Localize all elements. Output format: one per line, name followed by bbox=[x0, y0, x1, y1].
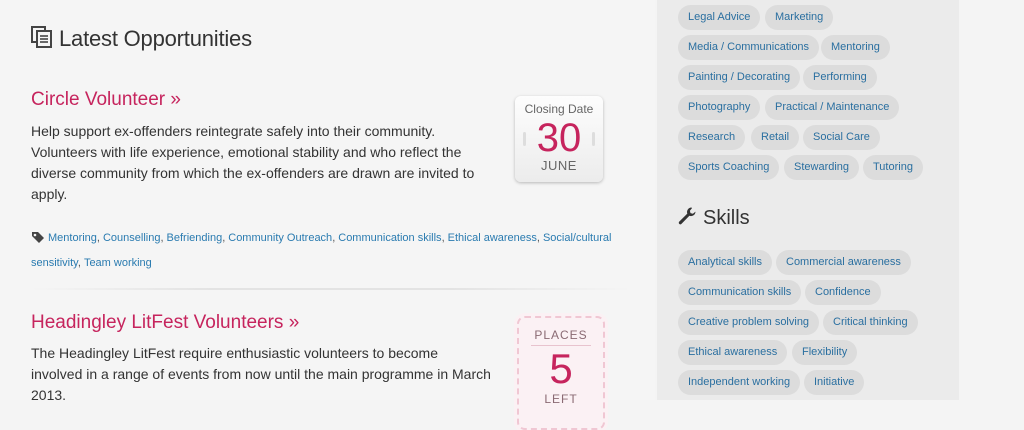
closing-date-month: JUNE bbox=[541, 158, 577, 173]
opportunity-description: The Headingley LitFest require enthusias… bbox=[31, 345, 491, 403]
category-pill[interactable]: Retail bbox=[751, 125, 800, 150]
page-gutter bbox=[959, 0, 1024, 400]
skill-pill[interactable]: Analytical skills bbox=[678, 250, 772, 275]
tag-link[interactable]: Community Outreach bbox=[228, 232, 332, 244]
tag-icon bbox=[31, 230, 45, 252]
places-label: PLACES bbox=[534, 328, 588, 342]
category-pill[interactable]: Legal Advice bbox=[678, 5, 761, 30]
skill-pill[interactable]: Ethical awareness bbox=[678, 340, 788, 365]
skills-title: Skills bbox=[703, 206, 750, 229]
wrench-icon bbox=[677, 206, 697, 231]
documents-icon bbox=[31, 25, 53, 53]
opportunity-tags: Mentoring, Counselling, Befriending, Commun… bbox=[31, 230, 612, 269]
tag-link[interactable]: Communication skills bbox=[338, 232, 441, 244]
skills-heading: Skills bbox=[677, 203, 750, 233]
latest-opportunities-heading: Latest Opportunities bbox=[31, 24, 252, 54]
tag-link[interactable]: Counselling bbox=[103, 232, 160, 244]
closing-date-day: 30 bbox=[536, 116, 582, 160]
opportunity-title-link[interactable]: Headingley LitFest Volunteers » bbox=[31, 312, 299, 334]
skill-pill[interactable]: Communication skills bbox=[678, 280, 802, 305]
places-suffix: LEFT bbox=[544, 392, 578, 406]
places-left-badge: PLACES 5 LEFT bbox=[517, 316, 605, 430]
skill-pill[interactable]: Creative problem solving bbox=[678, 310, 820, 335]
category-pill[interactable]: Research bbox=[678, 125, 746, 150]
main-content: Latest Opportunities Circle Volunteer » … bbox=[0, 0, 655, 430]
category-pill[interactable]: Media / Communications bbox=[678, 35, 820, 60]
opportunity-title-link[interactable]: Circle Volunteer » bbox=[31, 89, 181, 111]
skill-pill[interactable]: Critical thinking bbox=[823, 310, 918, 335]
closing-date-label: Closing Date bbox=[524, 102, 594, 116]
category-pill[interactable]: Tutoring bbox=[863, 155, 923, 180]
tag-link[interactable]: Ethical awareness bbox=[448, 232, 537, 244]
category-pill[interactable]: Photography bbox=[678, 95, 761, 120]
skill-pill[interactable]: Flexibility bbox=[792, 340, 858, 365]
places-count: 5 bbox=[549, 345, 573, 392]
page-title: Latest Opportunities bbox=[59, 26, 252, 51]
skill-pill[interactable]: Independent working bbox=[678, 370, 801, 395]
closing-date-badge: Closing Date 30 JUNE bbox=[515, 96, 603, 182]
opportunity-description: Help support ex-offenders reintegrate sa… bbox=[31, 123, 475, 202]
tag-link[interactable]: Befriending bbox=[167, 232, 223, 244]
category-pill[interactable]: Marketing bbox=[765, 5, 834, 30]
category-pill[interactable]: Practical / Maintenance bbox=[765, 95, 900, 120]
tag-link[interactable]: Mentoring bbox=[48, 232, 97, 244]
category-pill[interactable]: Painting / Decorating bbox=[678, 65, 801, 90]
tag-link[interactable]: Team working bbox=[84, 257, 152, 269]
category-pill[interactable]: Stewarding bbox=[784, 155, 860, 180]
category-pill[interactable]: Sports Coaching bbox=[678, 155, 780, 180]
category-pill[interactable]: Social Care bbox=[803, 125, 880, 150]
category-pill[interactable]: Mentoring bbox=[821, 35, 890, 60]
divider bbox=[31, 288, 631, 290]
skill-pill[interactable]: Confidence bbox=[805, 280, 881, 305]
category-pill[interactable]: Performing bbox=[803, 65, 877, 90]
skill-pill[interactable]: Commercial awareness bbox=[776, 250, 911, 275]
skill-pill[interactable]: Initiative bbox=[804, 370, 865, 395]
